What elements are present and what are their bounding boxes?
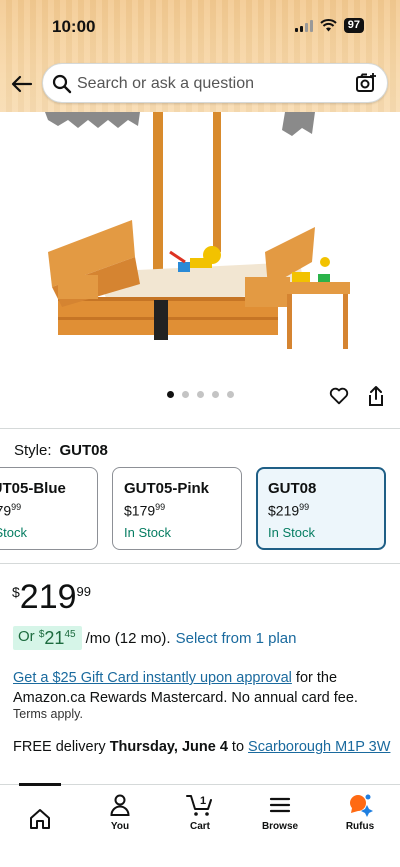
search-icon — [52, 74, 72, 94]
delivery-date: Thursday, June 4 — [109, 739, 228, 755]
pagination-dot[interactable] — [181, 391, 189, 398]
header: 10:00 97 Search or ask a question — [0, 0, 400, 112]
divider — [0, 563, 400, 564]
select-plan-link[interactable]: Select from 1 plan — [176, 630, 297, 647]
active-tab-indicator — [19, 783, 61, 786]
gift-card-link[interactable]: Get a $25 Gift Card instantly upon appro… — [13, 670, 292, 686]
monthly-payment: Or $21 45 /mo (12 mo). Select from 1 plan — [13, 626, 297, 650]
style-options: GUT05-Blue $17999 In Stock GUT05-Pink $1… — [0, 467, 400, 551]
search-bar[interactable]: Search or ask a question — [42, 63, 388, 103]
nav-you[interactable]: You — [80, 793, 160, 832]
pagination-dot[interactable] — [226, 391, 234, 398]
status-time: 10:00 — [52, 17, 96, 36]
signal-icon — [294, 19, 313, 32]
nav-cart[interactable]: 1 Cart — [160, 793, 240, 832]
delivery-location-link[interactable]: Scarborough M1P 3W — [248, 739, 390, 755]
home-icon — [30, 809, 50, 829]
person-icon — [110, 794, 130, 816]
gift-card-offer: Get a $25 Gift Card instantly upon appro… — [13, 670, 358, 706]
style-label: Style: GUT08 — [14, 442, 108, 459]
monthly-price-badge: Or $21 45 — [13, 626, 82, 650]
style-option-gut08[interactable]: GUT08 $21999 In Stock — [256, 467, 386, 550]
back-arrow-icon[interactable] — [10, 72, 34, 96]
nav-home[interactable] — [0, 793, 80, 831]
pagination-dot[interactable] — [196, 391, 204, 398]
cart-count: 1 — [200, 795, 206, 807]
search-input[interactable]: Search or ask a question — [77, 75, 254, 93]
heart-icon[interactable] — [328, 385, 350, 407]
rufus-icon — [350, 794, 373, 817]
divider — [0, 428, 400, 429]
product-image[interactable] — [0, 112, 400, 382]
style-option-gut05-pink[interactable]: GUT05-Pink $17999 In Stock — [112, 467, 242, 550]
pagination-dot[interactable] — [211, 391, 219, 398]
status-icons: 97 — [294, 18, 364, 33]
share-icon[interactable] — [366, 385, 386, 407]
menu-icon — [269, 797, 291, 813]
pagination-dot[interactable] — [166, 391, 174, 398]
product-price: $219 99 — [12, 578, 91, 616]
bottom-nav: You 1 Cart Browse Rufus — [0, 783, 400, 867]
camera-search-icon[interactable] — [355, 72, 377, 94]
nav-browse[interactable]: Browse — [240, 793, 320, 832]
cart-icon: 1 — [186, 795, 212, 816]
style-option-gut05-blue[interactable]: GUT05-Blue $17999 In Stock — [0, 467, 98, 550]
style-selected-value: GUT08 — [59, 442, 108, 459]
terms-text: Terms apply. — [13, 707, 83, 721]
battery-indicator: 97 — [343, 18, 364, 33]
wifi-icon — [320, 19, 337, 32]
nav-rufus[interactable]: Rufus — [320, 793, 400, 832]
delivery-info: FREE delivery Thursday, June 4 to Scarbo… — [13, 739, 391, 755]
